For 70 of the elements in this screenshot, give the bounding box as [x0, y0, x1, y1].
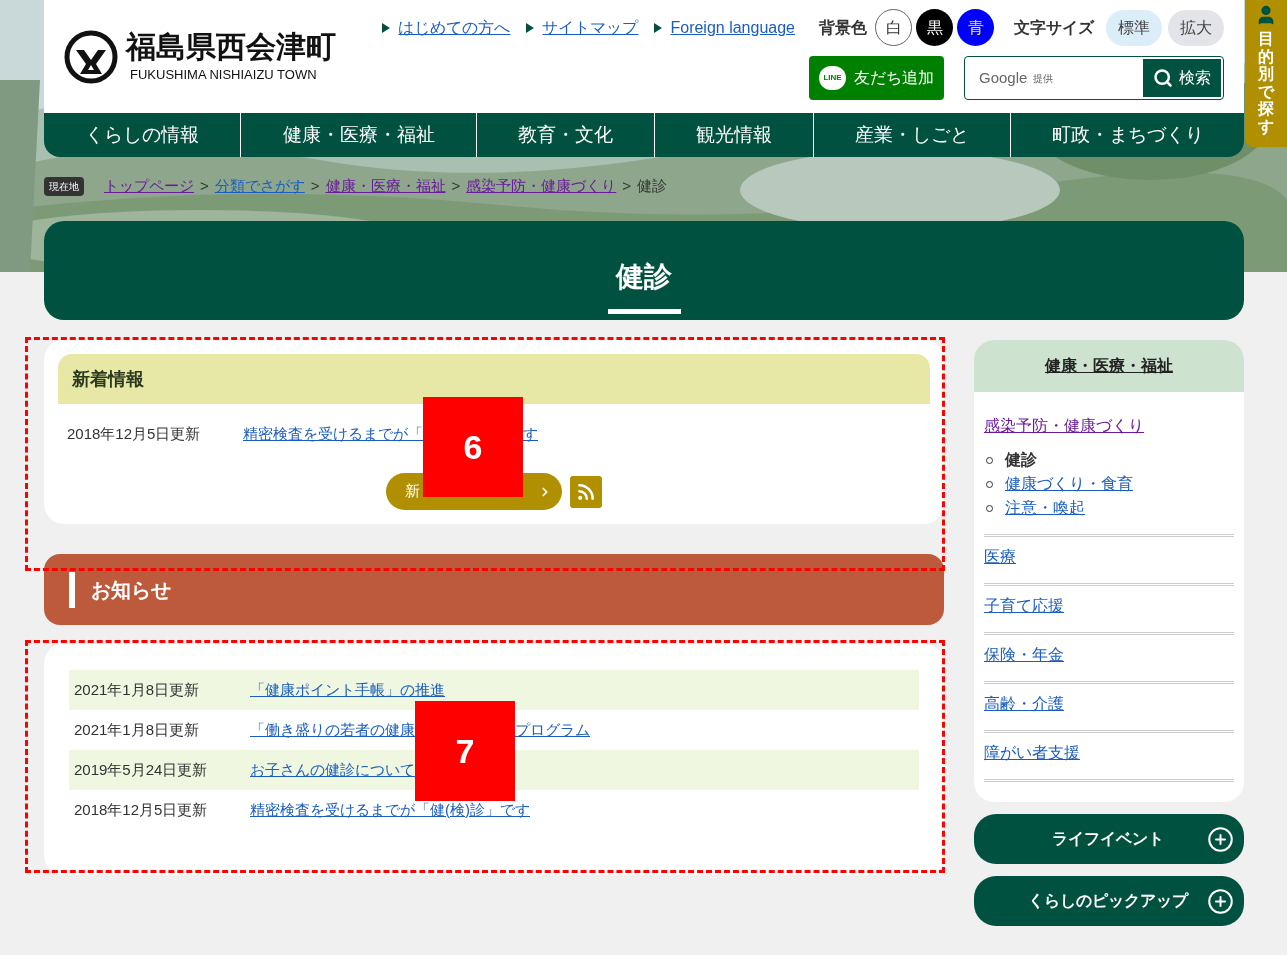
background-color-label: 背景色: [819, 17, 867, 38]
sidebar-sublink[interactable]: 健康づくり・食育: [1005, 472, 1133, 496]
search-placeholder: Google: [979, 67, 1028, 88]
color-button[interactable]: 白: [875, 9, 912, 46]
notice-link[interactable]: プログラム: [515, 718, 590, 742]
side-tab-label: 目的別で探す: [1258, 30, 1274, 136]
sidebar-title[interactable]: 健康・医療・福祉: [1045, 354, 1173, 378]
nav-item[interactable]: くらしの情報: [44, 113, 240, 157]
sidebar-link[interactable]: 高齢・介護: [984, 695, 1064, 712]
sidebar-link[interactable]: 感染予防・健康づくり: [984, 417, 1144, 434]
news-link[interactable]: 精密検査を受けるまでが「: [243, 422, 423, 446]
notice-bar-accent: [69, 571, 75, 608]
news-date: 2018年12月5日更新: [67, 423, 202, 444]
annotation-tooltip: 6: [423, 397, 523, 497]
search-field[interactable]: Google 提供 検索: [964, 56, 1224, 100]
category-button[interactable]: くらしのピックアップ: [974, 876, 1244, 926]
notice-date: 2019年5月24日更新: [74, 759, 209, 780]
notice-link[interactable]: お子さんの健診について: [250, 758, 415, 782]
search-icon: [1153, 68, 1173, 88]
notice-date: 2018年12月5日更新: [74, 799, 209, 820]
sidebar-link[interactable]: 保険・年金: [984, 646, 1064, 663]
color-button[interactable]: 青: [957, 9, 994, 46]
notice-link[interactable]: 「働き盛りの若者の健康: [250, 718, 415, 742]
breadcrumb-link[interactable]: トップページ: [104, 174, 194, 198]
top-link[interactable]: サイトマップ: [542, 15, 639, 40]
nav-item[interactable]: 健康・医療・福祉: [240, 113, 476, 157]
triangle-icon: [382, 22, 391, 33]
breadcrumb-link[interactable]: 健康・医療・福祉: [325, 174, 446, 198]
sidebar-link[interactable]: 障がい者支援: [984, 744, 1080, 761]
sidebar-sublink[interactable]: 注意・喚起: [1005, 496, 1085, 520]
triangle-icon: [654, 22, 663, 33]
search-button[interactable]: 検索: [1143, 59, 1221, 97]
line-button[interactable]: LINE 友だち追加: [809, 56, 944, 100]
color-button[interactable]: 黒: [916, 9, 953, 46]
font-size-button[interactable]: 標準: [1106, 9, 1162, 46]
notice-date: 2021年1月8日更新: [74, 679, 201, 700]
plus-icon: [1207, 887, 1234, 915]
nav-item[interactable]: 観光情報: [654, 113, 813, 157]
logo-icon: [64, 29, 118, 84]
plus-icon: [1207, 825, 1234, 853]
rss-icon[interactable]: [570, 475, 602, 508]
top-link[interactable]: はじめての方へ: [398, 15, 511, 40]
news-link[interactable]: す: [523, 422, 538, 446]
page-title: 健診: [616, 260, 672, 294]
breadcrumb-current: 健診: [637, 175, 668, 196]
font-size-label: 文字サイズ: [1014, 17, 1094, 38]
nav-item[interactable]: 教育・文化: [476, 113, 654, 157]
notice-date: 2021年1月8日更新: [74, 719, 201, 740]
breadcrumb-separator: >: [622, 175, 632, 196]
notice-title: お知らせ: [91, 577, 171, 603]
notice-link[interactable]: 「健康ポイント手帳」の推進: [250, 678, 445, 702]
category-button[interactable]: ライフイベント: [974, 814, 1244, 864]
triangle-icon: [526, 22, 535, 33]
breadcrumb-separator: >: [310, 175, 320, 196]
top-link[interactable]: Foreign language: [670, 15, 795, 40]
nav-item[interactable]: 産業・しごと: [813, 113, 1010, 157]
breadcrumb-separator: >: [451, 175, 461, 196]
annotation-tooltip: 7: [415, 701, 515, 801]
news-title: 新着情報: [72, 367, 144, 391]
nav-item[interactable]: 町政・まちづくり: [1010, 113, 1244, 157]
notice-link[interactable]: 精密検査を受けるまでが「健(検)診」です: [250, 798, 530, 822]
sidebar-link[interactable]: 医療: [984, 548, 1016, 565]
breadcrumb-separator: >: [200, 175, 209, 196]
sidebar-link[interactable]: 子育て応援: [984, 597, 1064, 614]
breadcrumb-link[interactable]: 感染予防・健康づくり: [466, 174, 617, 198]
site-title: 福島県西会津町: [126, 28, 336, 65]
font-size-button[interactable]: 拡大: [1168, 9, 1224, 46]
search-placeholder-note: 提供: [1033, 71, 1054, 86]
sidebar-current-item: 健診: [1005, 450, 1037, 470]
site-subtitle: FUKUSHIMA NISHIAIZU TOWN: [129, 65, 318, 84]
